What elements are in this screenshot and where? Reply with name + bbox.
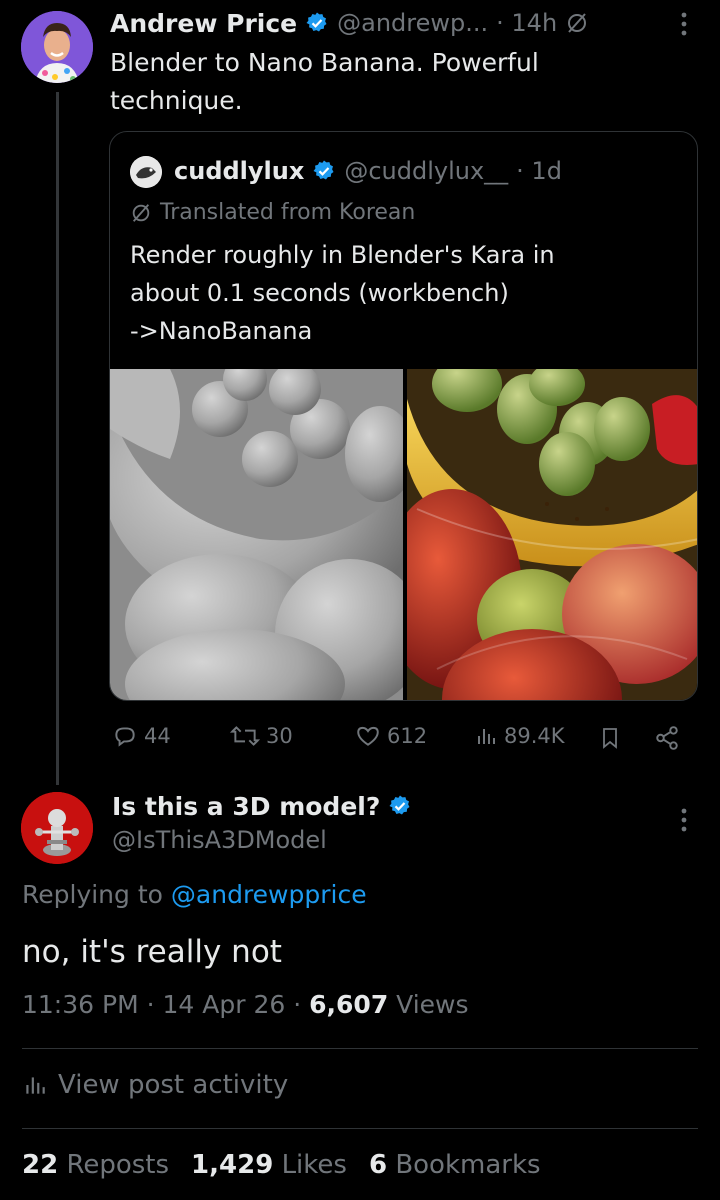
isthisa3dmodel-avatar[interactable] (21, 792, 93, 864)
repost-action[interactable]: 30 (230, 723, 293, 749)
reply-views-label: Views (396, 990, 469, 1019)
bookmarks-label: Bookmarks (395, 1150, 541, 1180)
section-divider (22, 1128, 698, 1129)
quoted-text-line: Render roughly in Blender's Kara in (130, 241, 555, 269)
section-divider (22, 1048, 698, 1049)
post-timestamp[interactable]: · 14h (496, 9, 557, 37)
reply-date[interactable]: 14 Apr 26 (163, 990, 286, 1019)
quoted-author-name[interactable]: cuddlylux (174, 157, 304, 185)
workbench-render-image[interactable] (110, 369, 403, 701)
reply-action[interactable]: 44 (112, 723, 171, 749)
views-action[interactable]: 89.4K (474, 723, 565, 749)
bookmarks-stat[interactable]: 6 Bookmarks (369, 1150, 541, 1180)
nanobanana-render-image[interactable] (407, 369, 698, 701)
reply-time[interactable]: 11:36 PM (22, 990, 139, 1019)
translate-icon (568, 13, 587, 33)
reply-author-handle[interactable]: @IsThisA3DModel (112, 826, 327, 854)
meta-separator: · (146, 990, 155, 1019)
repost-count: 30 (266, 724, 293, 748)
quoted-author-handle[interactable]: @cuddlylux__ (344, 157, 508, 185)
andrew-price-avatar[interactable] (21, 11, 93, 83)
views-icon (478, 729, 495, 744)
quoted-media-grid[interactable] (110, 369, 698, 701)
views-count: 89.4K (504, 724, 565, 748)
replying-to-prefix: Replying to (22, 880, 163, 909)
translated-label: Translated from Korean (160, 200, 416, 225)
translate-icon (132, 203, 150, 222)
reply-count: 44 (144, 724, 171, 748)
meta-separator: · (293, 990, 302, 1019)
verified-badge-icon (306, 12, 327, 32)
reply-author-name[interactable]: Is this a 3D model? (112, 792, 380, 821)
share-icon[interactable] (654, 725, 680, 751)
bookmark-icon[interactable] (598, 725, 622, 751)
cuddlylux-avatar[interactable] (130, 156, 162, 188)
reply-icon (115, 727, 135, 747)
post-author-name[interactable]: Andrew Price (110, 9, 297, 38)
verified-badge-icon (389, 795, 410, 815)
reposts-count: 22 (22, 1150, 59, 1180)
reply-text: no, it's really not (22, 934, 282, 970)
quoted-post-card[interactable]: cuddlylux @cuddlylux__ · 1d Translated f… (109, 131, 698, 701)
reposts-label: Reposts (66, 1150, 170, 1180)
view-post-activity-link[interactable]: View post activity (22, 1070, 288, 1100)
bookmarks-count: 6 (368, 1150, 388, 1180)
quoted-timestamp[interactable]: · 1d (516, 157, 562, 185)
repost-icon (230, 726, 260, 746)
post-author-handle[interactable]: @andrewp... (337, 9, 488, 37)
reply-views-count: 6,607 (309, 990, 389, 1019)
analytics-icon (26, 1077, 45, 1094)
like-icon (357, 726, 379, 746)
like-action[interactable]: 612 (355, 723, 427, 749)
replying-to-link[interactable]: @andrewpprice (171, 880, 367, 909)
quoted-text-line: about 0.1 seconds (workbench) (130, 279, 509, 307)
reposts-stat[interactable]: 22 Reposts (22, 1150, 169, 1180)
likes-stat[interactable]: 1,429 Likes (191, 1150, 347, 1180)
post-text-line: Blender to Nano Banana. Powerful (110, 48, 539, 77)
thread-connector-line (56, 92, 59, 785)
likes-label: Likes (281, 1150, 347, 1180)
quoted-text-line: ->NanoBanana (130, 317, 313, 345)
likes-count: 1,429 (191, 1150, 274, 1180)
more-options-icon[interactable] (672, 806, 696, 834)
like-count: 612 (387, 724, 428, 748)
post-text-line: technique. (110, 86, 243, 115)
verified-badge-icon (313, 160, 334, 180)
more-options-icon[interactable] (672, 10, 696, 38)
view-post-activity-label: View post activity (58, 1070, 289, 1100)
